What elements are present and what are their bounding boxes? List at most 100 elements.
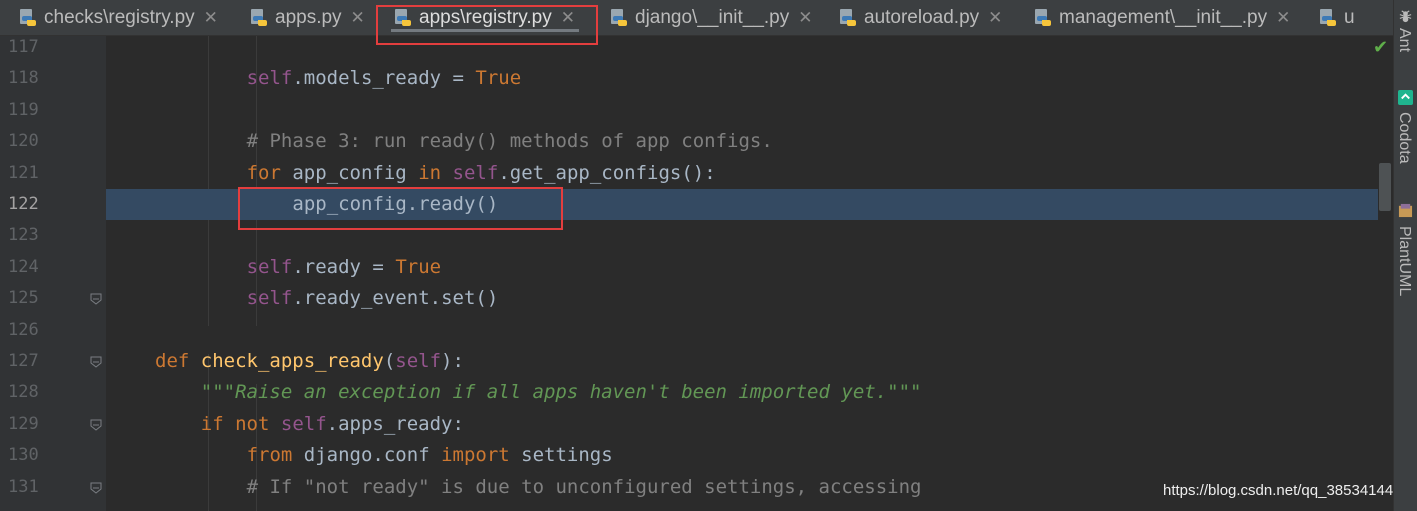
inspection-ok-checkmark-icon[interactable]: ✔ <box>1373 37 1388 58</box>
code-token: self <box>452 161 499 184</box>
code-token: True <box>395 255 442 278</box>
watermark-url: https://blog.csdn.net/qq_38534144 <box>1163 482 1394 499</box>
code-token: .apps_ready: <box>326 412 464 435</box>
python-file-icon <box>609 8 629 28</box>
line-number[interactable]: 130 <box>8 440 48 471</box>
fold-marker-icon[interactable] <box>90 482 102 494</box>
line-number[interactable]: 119 <box>8 95 48 126</box>
python-file-icon <box>18 8 38 28</box>
code-line[interactable]: self.models_ready = True <box>106 63 1378 94</box>
code-token: check_apps_ready <box>200 350 384 372</box>
tab-label: autoreload.py <box>864 6 980 28</box>
current-code-line[interactable]: app_config.ready() <box>106 189 1378 220</box>
python-file-icon <box>249 8 269 28</box>
close-icon[interactable]: ✕ <box>1276 8 1290 28</box>
code-token: ( <box>383 350 396 372</box>
codota-tool-label[interactable]: Codota <box>1395 112 1413 164</box>
code-token: def <box>155 350 190 372</box>
code-token: from <box>246 444 293 467</box>
line-number[interactable]: 128 <box>8 377 48 408</box>
tab-truncated[interactable]: u <box>1318 0 1355 35</box>
code-line[interactable] <box>106 315 1378 346</box>
python-file-icon <box>838 8 858 28</box>
code-line[interactable] <box>106 220 1378 251</box>
code-line[interactable]: self.ready_event.set() <box>106 283 1378 314</box>
code-token: .models_ready = <box>292 67 476 90</box>
line-number[interactable]: 125 <box>8 283 48 314</box>
line-number[interactable]: 126 <box>8 315 48 346</box>
fold-marker-icon[interactable] <box>90 419 102 431</box>
vertical-scrollbar[interactable] <box>1378 36 1393 511</box>
line-number[interactable]: 124 <box>8 252 48 283</box>
line-number-gutter[interactable]: 117 118 119 120 121 122 123 124 125 126 127 128 129 1… <box>0 36 106 511</box>
close-icon[interactable]: ✕ <box>204 8 218 28</box>
tab-apps[interactable]: apps.py ✕ <box>249 0 365 35</box>
line-number[interactable]: 123 <box>8 220 48 251</box>
plantuml-tool-label[interactable]: PlantUML <box>1395 226 1413 296</box>
code-token: app_config.ready() <box>292 193 499 215</box>
line-number[interactable]: 120 <box>8 126 48 157</box>
code-line[interactable]: if not self.apps_ready: <box>106 409 1378 440</box>
line-number[interactable]: 122 <box>8 189 48 220</box>
code-token: self <box>280 412 327 435</box>
line-number[interactable]: 118 <box>8 63 48 94</box>
tab-apps-registry[interactable]: apps\registry.py ✕ <box>391 0 579 35</box>
close-icon[interactable]: ✕ <box>561 8 575 28</box>
code-token: import <box>441 444 510 467</box>
code-token: .ready_event.set() <box>292 287 499 310</box>
right-tool-strip: Ant Codota PlantUML <box>1393 0 1417 511</box>
scrollbar-thumb[interactable] <box>1379 163 1391 211</box>
editor-tab-bar: checks\registry.py ✕ apps.py ✕ apps\regi… <box>0 0 1393 36</box>
code-line[interactable]: """Raise an exception if all apps haven'… <box>106 377 1378 408</box>
code-editor[interactable]: self.models_ready = True # Phase 3: run r… <box>106 36 1378 511</box>
code-line[interactable]: # Phase 3: run ready() methods of app co… <box>106 126 1378 157</box>
code-line[interactable] <box>106 36 1378 63</box>
code-token: ): <box>441 350 464 372</box>
python-file-icon <box>393 8 413 28</box>
ant-tool-label[interactable]: Ant <box>1395 28 1413 52</box>
ant-icon <box>1399 10 1412 23</box>
line-number[interactable]: 117 <box>8 32 48 63</box>
line-number[interactable]: 131 <box>8 472 48 503</box>
code-token: self <box>395 350 442 372</box>
tab-checks-registry[interactable]: checks\registry.py ✕ <box>18 0 218 35</box>
code-token: self <box>246 255 293 278</box>
line-number[interactable]: 127 <box>8 346 48 377</box>
close-icon[interactable]: ✕ <box>988 8 1002 28</box>
code-token: django.conf <box>292 444 442 467</box>
close-icon[interactable]: ✕ <box>351 8 365 28</box>
tab-label: checks\registry.py <box>44 6 195 28</box>
tab-django-init[interactable]: django\__init__.py ✕ <box>609 0 813 35</box>
tab-label: apps.py <box>275 6 342 28</box>
line-number[interactable]: 121 <box>8 158 48 189</box>
code-token: for <box>246 161 281 184</box>
code-token: if not <box>200 412 270 435</box>
fold-marker-icon[interactable] <box>90 293 102 305</box>
tab-label: apps\registry.py <box>419 6 552 28</box>
code-line[interactable]: from django.conf import settings <box>106 440 1378 471</box>
tab-management-init[interactable]: management\__init__.py ✕ <box>1033 0 1290 35</box>
tab-label: management\__init__.py <box>1059 6 1268 28</box>
line-number[interactable]: 129 <box>8 409 48 440</box>
code-token: # If "not ready" is due to unconfigured … <box>246 475 922 498</box>
code-token: in <box>418 161 442 184</box>
code-token: # Phase 3: run ready() methods of app co… <box>246 130 773 153</box>
close-icon[interactable]: ✕ <box>798 8 812 28</box>
fold-marker-icon[interactable] <box>90 356 102 368</box>
tab-label: u <box>1344 6 1355 28</box>
code-line[interactable]: self.ready = True <box>106 252 1378 283</box>
code-token: app_config <box>280 161 419 184</box>
code-line[interactable]: for app_config in self.get_app_configs()… <box>106 158 1378 189</box>
code-token: """Raise an exception if all apps haven'… <box>200 381 922 404</box>
plantuml-icon <box>1398 203 1413 218</box>
code-line[interactable]: def check_apps_ready(self): <box>106 346 1378 377</box>
code-token: .get_app_configs(): <box>498 161 716 184</box>
tab-autoreload[interactable]: autoreload.py ✕ <box>838 0 1002 35</box>
code-token: settings <box>509 444 613 467</box>
code-token: self <box>246 67 293 90</box>
code-line[interactable] <box>106 95 1378 126</box>
active-tab-underline <box>391 29 579 32</box>
